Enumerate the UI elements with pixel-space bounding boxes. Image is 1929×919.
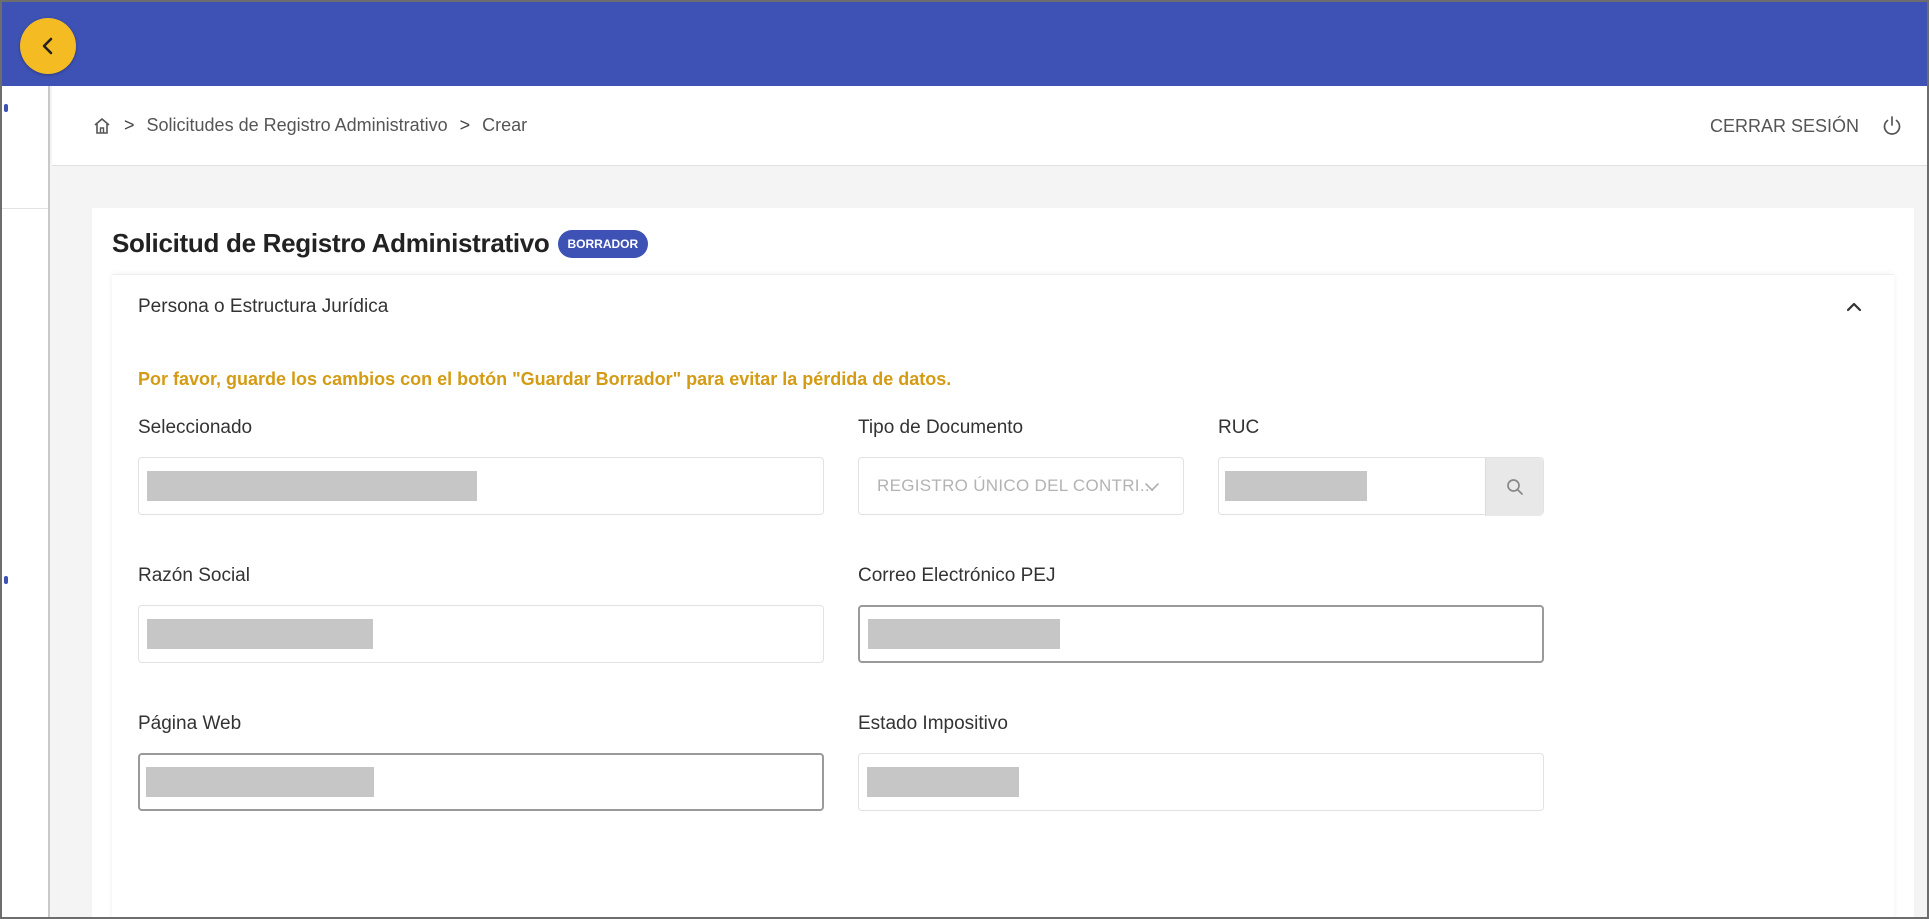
search-icon (1506, 479, 1523, 495)
app-window: > Solicitudes de Registro Administrativo… (0, 0, 1929, 919)
status-badge: BORRADOR (557, 229, 649, 258)
label-seleccionado: Seleccionado (138, 417, 253, 438)
page-header: > Solicitudes de Registro Administrativo… (52, 86, 1927, 166)
label-ruc: RUC (1218, 417, 1260, 438)
label-tipo-documento: Tipo de Documento (858, 417, 1024, 438)
logout-button[interactable]: CERRAR SESIÓN (1710, 86, 1903, 166)
tipo-documento-value: REGISTRO ÚNICO DEL CONTRI... (877, 476, 1155, 495)
breadcrumb-item-crear: Crear (482, 115, 528, 135)
sidebar-rail (2, 86, 50, 917)
redacted-value (147, 619, 373, 649)
form-title-row: Solicitud de Registro Administrativo BOR… (112, 228, 649, 259)
redacted-value (147, 471, 477, 501)
tipo-documento-select[interactable]: REGISTRO ÚNICO DEL CONTRI... (858, 457, 1184, 515)
section-persona: Persona o Estructura Jurídica Por favor,… (112, 274, 1894, 917)
breadcrumb-item-solicitudes[interactable]: Solicitudes de Registro Administrativo (147, 115, 448, 136)
redacted-value (868, 619, 1060, 649)
logout-label: CERRAR SESIÓN (1709, 115, 1859, 136)
redacted-value (867, 767, 1019, 797)
label-pagina-web: Página Web (138, 713, 242, 734)
ruc-search-button[interactable] (1485, 458, 1543, 516)
rail-indicator (4, 104, 8, 112)
form-card: Solicitud de Registro Administrativo BOR… (92, 208, 1914, 917)
pagina-web-field[interactable] (138, 753, 824, 811)
chevron-left-icon (42, 37, 53, 55)
chevron-up-icon[interactable] (1844, 297, 1864, 317)
label-correo: Correo Electrónico PEJ (858, 565, 1056, 586)
razon-social-field[interactable] (138, 605, 824, 663)
redacted-value (146, 767, 374, 797)
main-content: Solicitud de Registro Administrativo BOR… (52, 166, 1927, 917)
home-icon[interactable] (92, 116, 112, 136)
breadcrumb-separator: > (124, 115, 135, 135)
estado-impositivo-field[interactable] (858, 753, 1544, 811)
page-title: Solicitud de Registro Administrativo (112, 228, 550, 258)
label-razon-social: Razón Social (138, 565, 250, 586)
section-header[interactable]: Persona o Estructura Jurídica (112, 275, 1894, 339)
back-button[interactable] (20, 18, 76, 74)
unsaved-warning: Por favor, guarde los cambios con el bot… (138, 369, 952, 389)
top-bar (2, 2, 1927, 86)
power-icon (1883, 116, 1901, 135)
section-title: Persona o Estructura Jurídica (138, 296, 389, 317)
ruc-field[interactable] (1218, 457, 1544, 516)
seleccionado-field[interactable] (138, 457, 824, 515)
rail-divider (2, 208, 48, 209)
chevron-down-icon (1145, 483, 1159, 491)
redacted-value (1225, 471, 1367, 501)
rail-indicator (4, 576, 8, 584)
breadcrumb-separator: > (459, 115, 471, 135)
label-estado-impositivo: Estado Impositivo (858, 713, 1008, 734)
breadcrumb: > Solicitudes de Registro Administrativo… (92, 115, 527, 136)
correo-field[interactable] (858, 605, 1544, 663)
